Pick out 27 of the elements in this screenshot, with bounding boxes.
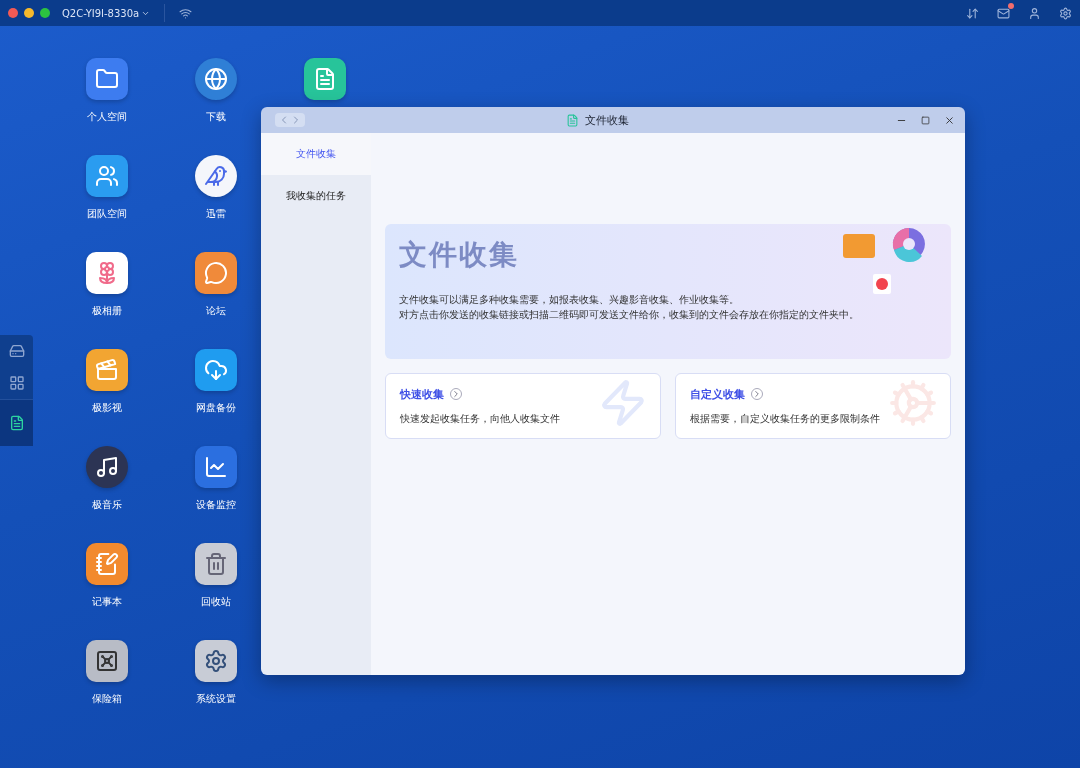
device-name[interactable]: Q2C-YI9I-8330a: [62, 7, 151, 19]
app-label: 保险箱: [91, 692, 122, 706]
window-title: 文件收集: [585, 112, 629, 128]
app-label: 系统设置: [195, 692, 236, 706]
app-label: 网盘备份: [195, 401, 236, 415]
sidebar-item[interactable]: 我收集的任务: [261, 175, 371, 217]
app-label: 个人空间: [86, 110, 127, 124]
sidebar-item[interactable]: 文件收集: [261, 133, 371, 175]
app-label: 迅雷: [205, 207, 226, 221]
app-label: 团队空间: [86, 207, 127, 221]
app-label: 极音乐: [91, 498, 122, 512]
app-label: 下载: [205, 110, 226, 124]
card-description: 快速发起收集任务，向他人收集文件: [400, 411, 561, 426]
card-description: 根据需要，自定义收集任务的更多限制条件: [690, 411, 881, 426]
app-label: 极影视: [91, 401, 122, 415]
option-card[interactable]: 自定义收集 根据需要，自定义收集任务的更多限制条件: [675, 373, 951, 439]
app-label: 回收站: [200, 595, 231, 609]
banner-text: 对方点击你发送的收集链接或扫描二维码即可发送文件给你，收集到的文件会存放在你指定的文件夹中。: [399, 308, 860, 322]
app-label: 论坛: [205, 304, 226, 318]
card-title: 快速收集: [400, 386, 444, 402]
app-label: 记事本: [91, 595, 122, 609]
app-label: 极相册: [91, 304, 122, 318]
banner-title: 文件收集: [399, 237, 520, 273]
card-title: 自定义收集: [690, 386, 745, 402]
banner-text: 文件收集可以满足多种收集需要，如报表收集、兴趣影音收集、作业收集等。: [399, 293, 740, 307]
app-label: 设备监控: [195, 498, 236, 512]
option-card[interactable]: 快速收集 快速发起收集任务，向他人收集文件: [385, 373, 661, 439]
